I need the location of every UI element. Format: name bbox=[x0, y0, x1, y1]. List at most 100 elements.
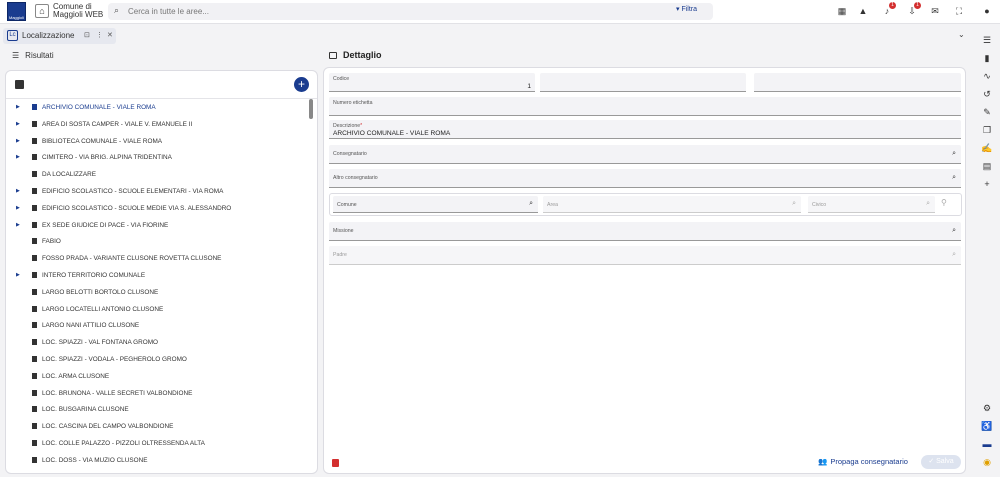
filter-button[interactable]: ▾ Filtra bbox=[676, 4, 697, 16]
tree-item[interactable]: LARGO BELOTTI BORTOLO CLUSONE bbox=[6, 284, 308, 301]
delete-icon[interactable] bbox=[332, 459, 339, 467]
missione-field[interactable]: Missione ⌕ bbox=[329, 222, 961, 241]
tree-item[interactable]: LOC. COLLE PALAZZO - PIZZOLI OLTRESSENDA… bbox=[6, 435, 308, 452]
gear-icon[interactable]: ⚙ bbox=[981, 402, 993, 414]
document-icon bbox=[32, 221, 37, 228]
tree-item[interactable]: LOC. ARMA CLUSONE bbox=[6, 368, 308, 385]
search-icon[interactable]: ⌕ bbox=[792, 200, 796, 208]
tree-item[interactable]: LOC. BUSGARINA CLUSONE bbox=[6, 401, 308, 418]
numero-etichetta-field[interactable]: Numero etichetta bbox=[329, 97, 961, 116]
tree-item-label: LOC. CASCINA DEL CAMPO VALBONDIONE bbox=[42, 423, 174, 431]
tree-item-label: FABIO bbox=[42, 238, 61, 246]
tree-item[interactable]: DA LOCALIZZARE bbox=[6, 166, 308, 183]
expand-arrow-icon[interactable]: ▶ bbox=[16, 138, 20, 144]
codice-field[interactable]: Codice 1 bbox=[329, 73, 535, 92]
area-field[interactable]: Area ⌕ bbox=[543, 196, 801, 213]
edit-doc-icon[interactable]: ✍ bbox=[981, 142, 993, 154]
propaga-consegnatario-button[interactable]: 👥 Propaga consegnatario bbox=[818, 457, 908, 466]
trend-icon[interactable]: ∿ bbox=[981, 70, 993, 82]
app-logo[interactable]: Maggioli bbox=[7, 2, 26, 21]
expand-arrow-icon[interactable]: ▶ bbox=[16, 154, 20, 160]
altro-consegnatario-field[interactable]: Altro consegnatario ⌕ bbox=[329, 169, 961, 188]
consegnatario-field[interactable]: Consegnatario ⌕ bbox=[329, 145, 961, 164]
tree-item[interactable]: LARGO NANI ATTILIO CLUSONE bbox=[6, 317, 308, 334]
tree-item[interactable]: LOC. BRUNONA - VALLE SECRETI VALBONDIONE bbox=[6, 385, 308, 402]
add-button[interactable]: + bbox=[294, 77, 309, 92]
scrollbar[interactable] bbox=[309, 99, 313, 119]
book-icon[interactable]: ▮ bbox=[981, 52, 993, 64]
history-icon[interactable]: ↺ bbox=[981, 88, 993, 100]
add-icon[interactable]: + bbox=[981, 178, 993, 190]
account-icon[interactable]: ● bbox=[981, 5, 993, 17]
document-icon bbox=[32, 339, 37, 346]
tree-item[interactable]: LARGO LOCATELLI ANTONIO CLUSONE bbox=[6, 301, 308, 318]
chevron-down-icon[interactable]: ⌄ bbox=[958, 30, 965, 39]
tree-item[interactable]: LOC. SPIAZZI - VAL FONTANA GROMO bbox=[6, 334, 308, 351]
descrizione-field[interactable]: Descrizione* ARCHIVIO COMUNALE - VIALE R… bbox=[329, 120, 961, 139]
civico-field[interactable]: Civico ⌕ bbox=[808, 196, 935, 213]
map-pin-icon[interactable]: ⚲ bbox=[941, 198, 947, 207]
tree-item[interactable]: ▶ EDIFICIO SCOLASTICO - SCUOLE ELEMENTARI… bbox=[6, 183, 308, 200]
expand-arrow-icon[interactable]: ▶ bbox=[16, 272, 20, 278]
pin-tool-icon[interactable]: ✎ bbox=[981, 106, 993, 118]
chat-icon[interactable]: ▬ bbox=[981, 438, 993, 450]
help-icon[interactable]: ◉ bbox=[981, 456, 993, 468]
tree-item[interactable]: LOC. CASCINA DEL CAMPO VALBONDIONE bbox=[6, 418, 308, 435]
tree-item[interactable]: ▶ INTERO TERRITORIO COMUNALE bbox=[6, 267, 308, 284]
extra-field-1[interactable] bbox=[540, 73, 746, 92]
padre-field[interactable]: Padre ⌕ bbox=[329, 246, 961, 265]
warning-icon[interactable]: ▲ bbox=[857, 5, 869, 17]
tree-item[interactable]: ▶ AREA DI SOSTA CAMPER - VIALE V. EMANUEL… bbox=[6, 116, 308, 133]
search-icon[interactable]: ⌕ bbox=[952, 150, 956, 158]
document-icon bbox=[32, 456, 37, 463]
tree-item-label: AREA DI SOSTA CAMPER - VIALE V. EMANUELE… bbox=[42, 120, 193, 128]
search-icon[interactable]: ⌕ bbox=[529, 200, 533, 208]
more-icon[interactable]: ⋮ bbox=[96, 31, 103, 39]
list-icon[interactable]: ☰ bbox=[981, 34, 993, 46]
tree-item[interactable]: ▶ CIMITERO - VIA BRIG. ALPINA TRIDENTINA bbox=[6, 149, 308, 166]
tree-item[interactable]: FABIO bbox=[6, 233, 308, 250]
tab-localizzazione[interactable]: Lc Localizzazione ⊡ ⋮ ✕ bbox=[3, 28, 116, 44]
document-icon bbox=[32, 171, 37, 178]
home-icon[interactable]: ⌂ bbox=[35, 4, 49, 18]
detail-header: Dettaglio bbox=[329, 50, 382, 60]
expand-arrow-icon[interactable]: ▶ bbox=[16, 205, 20, 211]
tree-item[interactable]: ▶ EDIFICIO SCOLASTICO - SCUOLE MEDIE VIA … bbox=[6, 200, 308, 217]
tree-item[interactable]: FOSSO PRADA - VARIANTE CLUSONE ROVETTA C… bbox=[6, 250, 308, 267]
tree-item[interactable]: ▶ EX SEDE GIUDICE DI PACE - VIA FIORINE bbox=[6, 217, 308, 234]
comune-field[interactable]: Comune ⌕ bbox=[333, 196, 538, 213]
tree-item[interactable]: LOC. DOSS - VIA MUZIO CLUSONE bbox=[6, 452, 308, 469]
expand-arrow-icon[interactable]: ▶ bbox=[16, 188, 20, 194]
collapse-all-icon[interactable] bbox=[15, 80, 24, 89]
document-icon bbox=[32, 137, 37, 144]
accessibility-icon[interactable]: ♿ bbox=[981, 420, 993, 432]
close-icon[interactable]: ✕ bbox=[107, 31, 113, 39]
expand-arrow-icon[interactable]: ▶ bbox=[16, 104, 20, 110]
copy-icon[interactable]: ❐ bbox=[981, 124, 993, 136]
pin-icon[interactable]: ⊡ bbox=[84, 31, 90, 39]
document-icon[interactable]: ▤ bbox=[981, 160, 993, 172]
expand-arrow-icon[interactable]: ▶ bbox=[16, 121, 20, 127]
document-icon bbox=[32, 204, 37, 211]
search-icon: ⌕ bbox=[114, 5, 120, 15]
global-search-input[interactable] bbox=[128, 5, 648, 18]
bell-icon[interactable]: ♪ 1 bbox=[881, 2, 896, 17]
fullscreen-icon[interactable]: ⛶ bbox=[953, 5, 965, 17]
apps-icon[interactable]: ▦ bbox=[836, 5, 848, 17]
tree-item-label: LOC. DOSS - VIA MUZIO CLUSONE bbox=[42, 456, 148, 464]
save-button[interactable]: ✓ Salva bbox=[921, 455, 961, 469]
expand-arrow-icon[interactable]: ▶ bbox=[16, 222, 20, 228]
extra-field-2[interactable] bbox=[754, 73, 961, 92]
document-icon bbox=[32, 305, 37, 312]
search-icon[interactable]: ⌕ bbox=[926, 200, 930, 208]
tree-item[interactable]: ▶ ARCHIVIO COMUNALE - VIALE ROMA bbox=[6, 99, 308, 116]
tree-item[interactable]: LOC. SPIAZZI - VODALA - PEGHEROLO GROMO bbox=[6, 351, 308, 368]
search-icon[interactable]: ⌕ bbox=[952, 251, 956, 259]
mail-icon[interactable]: ✉ bbox=[929, 5, 941, 17]
download-icon[interactable]: ⇩ 1 bbox=[906, 2, 921, 17]
tree-item-label: LOC. COLLE PALAZZO - PIZZOLI OLTRESSENDA… bbox=[42, 439, 205, 447]
altro-consegnatario-label: Altro consegnatario bbox=[333, 175, 378, 181]
search-icon[interactable]: ⌕ bbox=[952, 227, 956, 235]
search-icon[interactable]: ⌕ bbox=[952, 174, 956, 182]
tree-item[interactable]: ▶ BIBLIOTECA COMUNALE - VIALE ROMA bbox=[6, 133, 308, 150]
